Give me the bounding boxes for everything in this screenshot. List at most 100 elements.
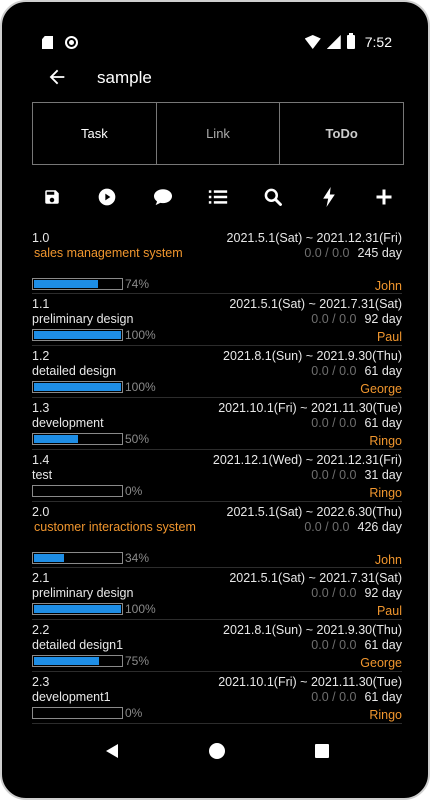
task-ratio: 0.0 / 0.0 xyxy=(311,638,357,652)
progress-fill xyxy=(34,279,98,288)
tab-todo[interactable]: ToDo xyxy=(280,103,403,164)
comment-icon[interactable] xyxy=(151,185,175,209)
task-row[interactable]: 1.4 2021.12.1(Wed) ~ 2021.12.31(Fri) test 0… xyxy=(32,450,402,502)
wifi-icon xyxy=(304,35,321,49)
task-dates: 2021.8.1(Sun) ~ 2021.9.30(Thu) xyxy=(223,623,402,637)
task-owner: Ringo xyxy=(369,485,402,500)
task-owner: George xyxy=(360,655,402,670)
task-owner: Ringo xyxy=(369,707,402,722)
sd-card-icon xyxy=(42,36,53,49)
task-number: 2.0 xyxy=(32,505,50,519)
task-name: development1 xyxy=(32,690,111,704)
progress-percent: 100% xyxy=(125,327,156,342)
search-icon[interactable] xyxy=(261,185,285,209)
task-number: 1.2 xyxy=(32,349,50,363)
progress-indicator: 100% xyxy=(32,327,156,342)
progress-fill xyxy=(34,656,99,665)
task-list: 1.0 2021.5.1(Sat) ~ 2021.12.31(Fri) 0.0 / … xyxy=(32,228,402,724)
progress-indicator: 0% xyxy=(32,483,142,498)
task-ratio: 0.0 / 0.0 xyxy=(311,416,357,430)
task-row[interactable]: 2.2 2021.8.1(Sun) ~ 2021.9.30(Thu) detaile… xyxy=(32,620,402,672)
task-dates: 2021.5.1(Sat) ~ 2021.7.31(Sat) xyxy=(229,297,402,311)
task-name: preliminary design xyxy=(32,312,134,326)
progress-indicator: 100% xyxy=(32,601,156,616)
task-dates: 2021.8.1(Sun) ~ 2021.9.30(Thu) xyxy=(223,349,402,363)
task-number: 1.0 xyxy=(32,231,50,245)
task-owner: John xyxy=(374,552,402,567)
list-icon[interactable] xyxy=(206,185,230,209)
progress-percent: 0% xyxy=(125,483,143,498)
progress-percent: 34% xyxy=(125,550,150,565)
task-row[interactable]: 1.0 2021.5.1(Sat) ~ 2021.12.31(Fri) 0.0 / … xyxy=(32,228,402,294)
task-days: 61 day xyxy=(364,364,402,378)
task-name: sales management system xyxy=(34,246,183,260)
nav-recents-icon[interactable] xyxy=(315,744,329,758)
task-dates: 2021.5.1(Sat) ~ 2022.6.30(Thu) xyxy=(226,505,402,519)
nav-back-icon[interactable] xyxy=(106,744,118,758)
phone-screen: 7:52 sample Task Link ToDo 1.0 2021.5.1(… xyxy=(0,0,430,800)
progress-percent: 74% xyxy=(125,276,150,291)
progress-bar xyxy=(32,380,123,393)
task-row[interactable]: 1.3 2021.10.1(Fri) ~ 2021.11.30(Tue) devel… xyxy=(32,398,402,450)
nav-home-icon[interactable] xyxy=(209,743,225,759)
progress-percent: 50% xyxy=(125,431,150,446)
progress-bar xyxy=(32,432,123,445)
task-days: 31 day xyxy=(364,468,402,482)
add-icon[interactable] xyxy=(372,185,396,209)
progress-indicator: 75% xyxy=(32,653,149,668)
progress-fill xyxy=(34,382,121,391)
task-dates: 2021.5.1(Sat) ~ 2021.7.31(Sat) xyxy=(229,571,402,585)
task-ratio: 0.0 / 0.0 xyxy=(311,468,357,482)
task-ratio: 0.0 / 0.0 xyxy=(311,690,357,704)
progress-indicator: 50% xyxy=(32,431,149,446)
task-days: 61 day xyxy=(364,416,402,430)
task-ratio: 0.0 / 0.0 xyxy=(311,586,357,600)
task-dates: 2021.12.1(Wed) ~ 2021.12.31(Fri) xyxy=(212,453,402,467)
task-name: detailed design1 xyxy=(32,638,124,652)
progress-bar xyxy=(32,706,123,719)
progress-fill xyxy=(34,434,78,443)
task-dates: 2021.10.1(Fri) ~ 2021.11.30(Tue) xyxy=(218,401,402,415)
task-row[interactable]: 2.0 2021.5.1(Sat) ~ 2022.6.30(Thu) 0.0 / 0… xyxy=(32,502,402,568)
progress-bar xyxy=(32,484,123,497)
flash-icon[interactable] xyxy=(317,185,341,209)
battery-icon xyxy=(346,33,355,49)
task-days: 92 day xyxy=(364,312,402,326)
task-name: customer interactions system xyxy=(34,520,196,534)
task-number: 2.1 xyxy=(32,571,50,585)
progress-bar xyxy=(32,277,123,290)
arrow-back-icon[interactable] xyxy=(46,66,68,88)
task-days: 426 day xyxy=(357,520,402,534)
progress-bar xyxy=(32,551,123,564)
task-row[interactable]: 1.1 2021.5.1(Sat) ~ 2021.7.31(Sat) prelimi… xyxy=(32,294,402,346)
clock: 7:52 xyxy=(364,34,392,50)
progress-bar xyxy=(32,602,123,615)
task-number: 1.4 xyxy=(32,453,50,467)
play-icon[interactable] xyxy=(95,185,119,209)
task-number: 1.1 xyxy=(32,297,50,311)
task-days: 61 day xyxy=(364,638,402,652)
task-days: 245 day xyxy=(357,246,402,260)
tab-bar: Task Link ToDo xyxy=(32,102,404,165)
task-name: development xyxy=(32,416,104,430)
task-row[interactable]: 2.1 2021.5.1(Sat) ~ 2021.7.31(Sat) prelimi… xyxy=(32,568,402,620)
progress-indicator: 74% xyxy=(32,276,149,291)
progress-fill xyxy=(34,553,64,562)
task-row[interactable]: 1.2 2021.8.1(Sun) ~ 2021.9.30(Thu) detaile… xyxy=(32,346,402,398)
task-owner: Ringo xyxy=(369,433,402,448)
tab-link[interactable]: Link xyxy=(157,103,281,164)
task-owner: George xyxy=(360,381,402,396)
progress-bar xyxy=(32,654,123,667)
task-days: 92 day xyxy=(364,586,402,600)
progress-indicator: 100% xyxy=(32,379,156,394)
task-row[interactable]: 2.3 2021.10.1(Fri) ~ 2021.11.30(Tue) devel… xyxy=(32,672,402,724)
tab-task[interactable]: Task xyxy=(33,103,157,164)
task-owner: Paul xyxy=(376,329,402,344)
task-dates: 2021.5.1(Sat) ~ 2021.12.31(Fri) xyxy=(226,231,402,245)
progress-percent: 100% xyxy=(125,379,156,394)
progress-percent: 100% xyxy=(125,601,156,616)
task-name: detailed design xyxy=(32,364,117,378)
progress-percent: 0% xyxy=(125,705,143,720)
app-bar: sample xyxy=(2,60,428,98)
save-icon[interactable] xyxy=(40,185,64,209)
